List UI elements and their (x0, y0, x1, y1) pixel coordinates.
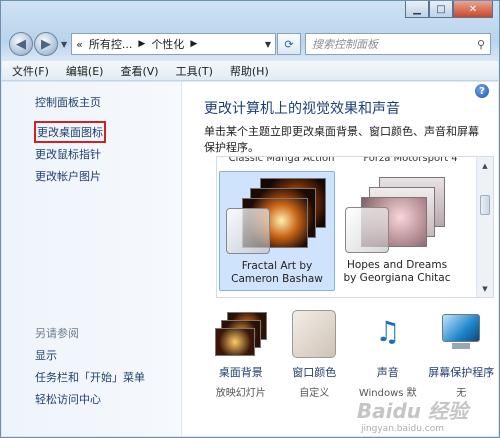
window-controls: ▁ □ ✕ (405, 1, 493, 18)
forward-button[interactable]: ▶ (34, 32, 58, 56)
personalization-options: 桌面背景 放映幻灯片 窗口颜色 自定义 ♫ 声音 Windows 默 屏幕保护程… (204, 310, 498, 399)
option-label[interactable]: 窗口颜色 (278, 364, 352, 380)
watermark: Baidu 经验 (356, 399, 468, 423)
menu-file[interactable]: 文件(F) (12, 63, 49, 79)
see-also-link-display[interactable]: 显示 (35, 347, 57, 363)
watermark-url: jingyan.baidu.com (360, 424, 444, 434)
theme-name: Fractal Art by Cameron Bashaw (231, 260, 323, 285)
theme-label-classic-manga: Classic Manga Action (228, 156, 335, 164)
main-panel: ? 更改计算机上的视觉效果和声音 单击某个主题立即更改桌面背景、窗口颜色、声音和… (182, 82, 498, 436)
page-title: 更改计算机上的视觉效果和声音 (204, 101, 400, 117)
option-label[interactable]: 声音 (351, 364, 425, 380)
option-window-color[interactable]: 窗口颜色 自定义 (278, 310, 352, 399)
breadcrumb-personalization[interactable]: 个性化 (151, 36, 184, 52)
maximize-button[interactable]: □ (429, 1, 453, 18)
breadcrumb-separator-icon[interactable]: ▶ (138, 39, 145, 49)
page-description: 单击某个主题立即更改桌面背景、窗口颜色、声音和屏幕保护程序。 (204, 125, 479, 154)
help-icon[interactable]: ? (475, 84, 489, 98)
address-bar[interactable]: « 所有控... ▶ 个性化 ▶ ▼ (71, 33, 276, 55)
close-button[interactable]: ✕ (453, 1, 493, 18)
see-also-link-taskbar-start-menu[interactable]: 任务栏和「开始」菜单 (35, 369, 145, 385)
option-label[interactable]: 桌面背景 (204, 364, 278, 380)
sound-icon: ♫ (375, 315, 401, 348)
theme-item-hopes-dreams[interactable]: Hopes and Dreams by Georgiana Chitac (339, 171, 455, 291)
minimize-button[interactable]: ▁ (405, 1, 429, 18)
scroll-up-icon[interactable]: ▲ (477, 157, 493, 174)
option-sublabel: 自定义 (299, 388, 330, 399)
address-row: ◀ ▶ ▼ « 所有控... ▶ 个性化 ▶ ▼ ⟳ 搜索控制面板 ⚲ (9, 31, 491, 57)
history-dropdown-icon[interactable]: ▼ (61, 40, 67, 49)
refresh-icon: ⟳ (284, 37, 294, 51)
breadcrumb-all-control-panel[interactable]: 所有控... (89, 36, 133, 52)
back-button[interactable]: ◀ (9, 32, 33, 56)
theme-list[interactable]: Classic Manga Action Forza Motorsport 4 … (216, 156, 494, 298)
menu-help[interactable]: 帮助(H) (230, 63, 269, 79)
control-panel-window: ▁ □ ✕ ◀ ▶ ▼ « 所有控... ▶ 个性化 ▶ ▼ ⟳ 搜索控制面板 … (0, 0, 500, 438)
window-color-icon (292, 310, 337, 358)
option-screensaver[interactable]: 屏幕保护程序 无 (425, 310, 499, 399)
theme-name: Hopes and Dreams by Georgiana Chitac (343, 259, 451, 284)
sidebar-link-change-desktop-icons[interactable]: 更改桌面图标 (34, 121, 106, 143)
search-input[interactable]: 搜索控制面板 ⚲ (305, 33, 491, 55)
sidebar: 控制面板主页 更改桌面图标 更改鼠标指针 更改帐户图片 另请参阅 显示 任务栏和… (2, 82, 182, 436)
scroll-down-icon[interactable]: ▼ (477, 280, 493, 297)
breadcrumb-separator-icon[interactable]: ▶ (190, 39, 197, 49)
theme-label-forza: Forza Motorsport 4 (363, 156, 458, 164)
search-placeholder: 搜索控制面板 (312, 38, 378, 51)
theme-item-fractal-art[interactable]: Fractal Art by Cameron Bashaw (219, 171, 335, 291)
sidebar-link-control-panel-home[interactable]: 控制面板主页 (35, 94, 101, 110)
sidebar-link-change-mouse-pointers[interactable]: 更改鼠标指针 (35, 146, 101, 162)
search-icon[interactable]: ⚲ (477, 38, 485, 51)
address-dropdown-icon[interactable]: ▼ (261, 40, 275, 49)
sidebar-link-change-account-picture[interactable]: 更改帐户图片 (35, 168, 101, 184)
content-area: 控制面板主页 更改桌面图标 更改鼠标指针 更改帐户图片 另请参阅 显示 任务栏和… (2, 82, 498, 436)
back-arrow-icon: ◀ (16, 36, 26, 52)
theme-thumbnail-fractal (226, 178, 330, 256)
menu-bar: 文件(F) 编辑(E) 查看(V) 工具(T) 帮助(H) (2, 61, 498, 81)
refresh-button[interactable]: ⟳ (277, 33, 301, 55)
theme-list-scrollbar[interactable]: ▲ ▼ (476, 157, 493, 297)
option-sublabel: 放映幻灯片 (215, 388, 266, 399)
option-label[interactable]: 屏幕保护程序 (425, 364, 499, 380)
menu-tools[interactable]: 工具(T) (176, 63, 213, 79)
screensaver-icon (438, 310, 484, 358)
scrollbar-thumb[interactable] (480, 195, 490, 215)
option-desktop-background[interactable]: 桌面背景 放映幻灯片 (204, 310, 278, 399)
option-sound[interactable]: ♫ 声音 Windows 默 (351, 310, 425, 399)
desktop-background-icon (213, 310, 269, 358)
forward-arrow-icon: ▶ (41, 36, 51, 52)
theme-labels-partial: Classic Manga Action Forza Motorsport 4 (217, 156, 475, 164)
theme-thumbnail-hopes (345, 177, 449, 255)
breadcrumb-overflow[interactable]: « (76, 38, 83, 51)
menu-edit[interactable]: 编辑(E) (66, 63, 104, 79)
see-also-link-ease-of-access[interactable]: 轻松访问中心 (35, 391, 101, 407)
see-also-heading: 另请参阅 (35, 327, 79, 340)
menu-view[interactable]: 查看(V) (120, 63, 158, 79)
